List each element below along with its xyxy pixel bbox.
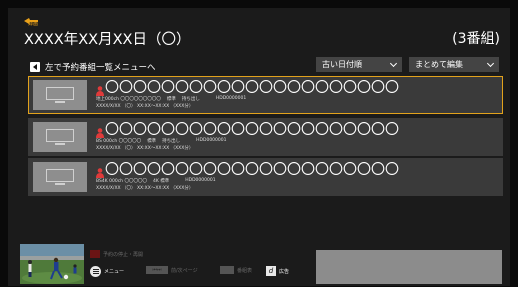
program-thumbnail [33,122,87,152]
program-channel: BS4K 000ch 〇〇〇〇〇 [96,179,147,184]
program-quality: 標準 [147,139,157,144]
bulk-edit-label: まとめて編集 [415,60,463,69]
program-thumbnail [33,80,87,110]
program-guide-hint[interactable]: 番組表 [220,266,252,274]
program-quality: 標準 [166,97,176,102]
tv-icon [46,129,74,142]
chevron-down-icon [486,59,495,67]
program-channel: 地上000ch 〇〇〇〇〇〇〇〇〇 [96,97,161,102]
recording-person-icon [96,163,104,178]
back-label: 左で予約番組一覧メニューへ [45,63,156,73]
recording-person-icon [96,123,104,138]
program-title: 〇〇〇〇〇〇〇〇〇〇〇〇〇〇〇〇〇〇〇〇〇 [105,122,399,138]
sort-order-label: 古い日付順 [322,60,362,69]
program-drive: HDD0000001 [196,138,227,143]
tv-icon [46,169,74,182]
program-datetime: XXXX/X/XX （〇） XX:XX〜XX:XX （XXX分） [96,186,194,191]
guide-button-icon [220,266,234,274]
bulk-edit-dropdown[interactable]: まとめて編集 [409,57,499,72]
menu-icon [90,266,101,277]
info-panel [316,250,502,284]
program-meta: BS 000ch 〇〇〇〇〇 標準 持ち出し HDD0000001 [96,138,227,144]
program-drive: HDD0000001 [185,178,216,183]
live-preview-thumbnail [20,244,84,284]
logo-text: 録画 [28,21,39,27]
program-row[interactable]: 〇〇〇〇〇〇〇〇〇〇〇〇〇〇〇〇〇〇〇〇〇 地上000ch 〇〇〇〇〇〇〇〇〇 … [28,76,503,114]
program-thumbnail [33,162,87,192]
program-channel: BS 000ch 〇〇〇〇〇 [96,139,142,144]
page-title: XXXX年XX月XX日（〇） [24,32,191,48]
left-arrow-icon [30,62,40,72]
program-row[interactable]: 〇〇〇〇〇〇〇〇〇〇〇〇〇〇〇〇〇〇〇〇〇 BS4K 000ch 〇〇〇〇〇 4… [28,158,503,196]
program-quality: 4K 標準 [152,179,170,184]
recording-person-icon [96,81,104,96]
program-title: 〇〇〇〇〇〇〇〇〇〇〇〇〇〇〇〇〇〇〇〇〇 [105,80,399,96]
program-extra: 持ち出し [181,97,200,102]
menu-hint[interactable]: メニュー [90,266,124,277]
sort-order-dropdown[interactable]: 古い日付順 [316,57,402,72]
program-meta: 地上000ch 〇〇〇〇〇〇〇〇〇 標準 持ち出し HDD0000001 [96,96,246,102]
program-datetime: XXXX/X/XX （〇） XX:XX〜XX:XX （XXX分） [96,104,194,109]
program-extra: 持ち出し [162,139,181,144]
screen: 録画 XXXX年XX月XX日（〇） (3番組) 左で予約番組一覧メニューへ 古い… [8,8,510,286]
page-skip-hint[interactable]: ⏮⏭ 前/次ページ [146,266,198,274]
program-meta: BS4K 000ch 〇〇〇〇〇 4K 標準 HDD0000001 [96,178,216,184]
d-button-icon: d [266,266,276,276]
program-title: 〇〇〇〇〇〇〇〇〇〇〇〇〇〇〇〇〇〇〇〇〇 [105,162,399,178]
program-datetime: XXXX/X/XX （〇） XX:XX〜XX:XX （XXX分） [96,146,194,151]
ad-hint[interactable]: d 広告 [266,266,289,276]
red-button-icon [90,250,100,258]
tv-icon [46,87,74,100]
program-count: (3番組) [452,31,500,47]
stop-reservation-hint[interactable]: 予約の停止・再開 [90,250,143,258]
program-drive: HDD0000001 [215,96,247,101]
back-to-reservation-menu[interactable]: 左で予約番組一覧メニューへ [30,61,156,73]
skip-buttons-icon: ⏮⏭ [146,266,168,274]
chevron-down-icon [389,59,398,67]
program-row[interactable]: 〇〇〇〇〇〇〇〇〇〇〇〇〇〇〇〇〇〇〇〇〇 BS 000ch 〇〇〇〇〇 標準 … [28,118,503,156]
